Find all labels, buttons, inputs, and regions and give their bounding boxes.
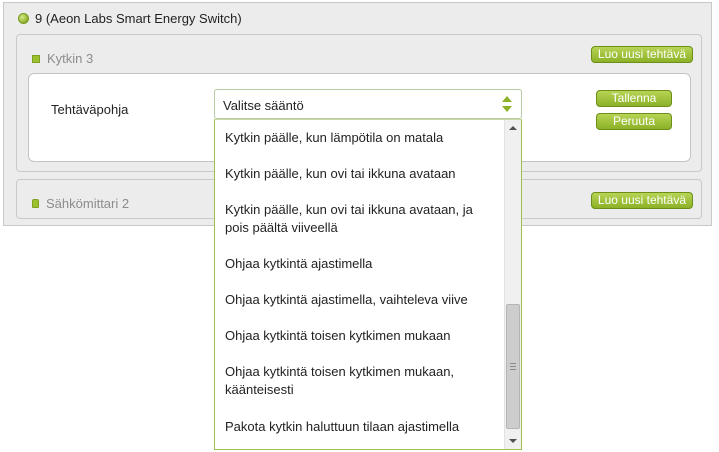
section-label-switch: Kytkin 3 [47, 51, 94, 66]
meter-icon [32, 199, 39, 208]
rule-option[interactable]: Ohjaa kytkintä ajastimella [215, 255, 505, 291]
template-label: Tehtäväpohja [51, 102, 129, 117]
section-label-meter: Sähkömittari 2 [46, 196, 130, 211]
rule-option[interactable]: Kytkin päälle, kun lämpötila on matala [215, 120, 505, 156]
rule-option[interactable]: Kytkin päälle, kun ovi tai ikkuna avataa… [215, 192, 505, 255]
rule-dropdown: Kytkin päälle, kun lämpötila on matala K… [214, 119, 522, 450]
select-arrow-down-icon [502, 106, 512, 112]
section-header-switch: Kytkin 3 [32, 51, 93, 66]
dropdown-scrollbar[interactable] [504, 120, 521, 449]
rule-option-list: Kytkin päälle, kun lämpötila on matala K… [215, 120, 505, 448]
section-header-meter: Sähkömittari 2 [32, 196, 129, 211]
select-arrows-icon [502, 96, 512, 113]
rule-option[interactable]: Pakota kytkin haluttuun tilaan ajastimel… [215, 418, 505, 448]
rule-option[interactable]: Ohjaa kytkintä toisen kytkimen mukaan [215, 327, 505, 363]
rule-option[interactable]: Ohjaa kytkintä toisen kytkimen mukaan, k… [215, 363, 505, 418]
rule-select-value: Valitse sääntö [223, 98, 304, 113]
scroll-down-icon[interactable] [509, 439, 517, 443]
cancel-button[interactable]: Peruuta [596, 113, 672, 130]
scroll-up-icon[interactable] [509, 126, 517, 130]
scroll-thumb[interactable] [506, 304, 520, 429]
new-task-button-switch[interactable]: Luo uusi tehtävä [590, 46, 693, 63]
rule-select[interactable]: Valitse sääntö [214, 89, 522, 119]
rule-option[interactable]: Kytkin päälle, kun ovi tai ikkuna avataa… [215, 156, 505, 192]
new-task-button-meter[interactable]: Luo uusi tehtävä [590, 192, 693, 209]
grip-icon [510, 363, 516, 370]
save-button[interactable]: Tallenna [596, 90, 672, 107]
select-arrow-up-icon [502, 96, 512, 102]
page-root: 9 (Aeon Labs Smart Energy Switch) Kytkin… [0, 0, 719, 452]
device-title: 9 (Aeon Labs Smart Energy Switch) [35, 11, 242, 26]
switch-icon [32, 54, 40, 63]
status-dot-icon [18, 13, 29, 24]
rule-option[interactable]: Ohjaa kytkintä ajastimella, vaihteleva v… [215, 291, 505, 327]
device-header: 9 (Aeon Labs Smart Energy Switch) [18, 11, 242, 26]
